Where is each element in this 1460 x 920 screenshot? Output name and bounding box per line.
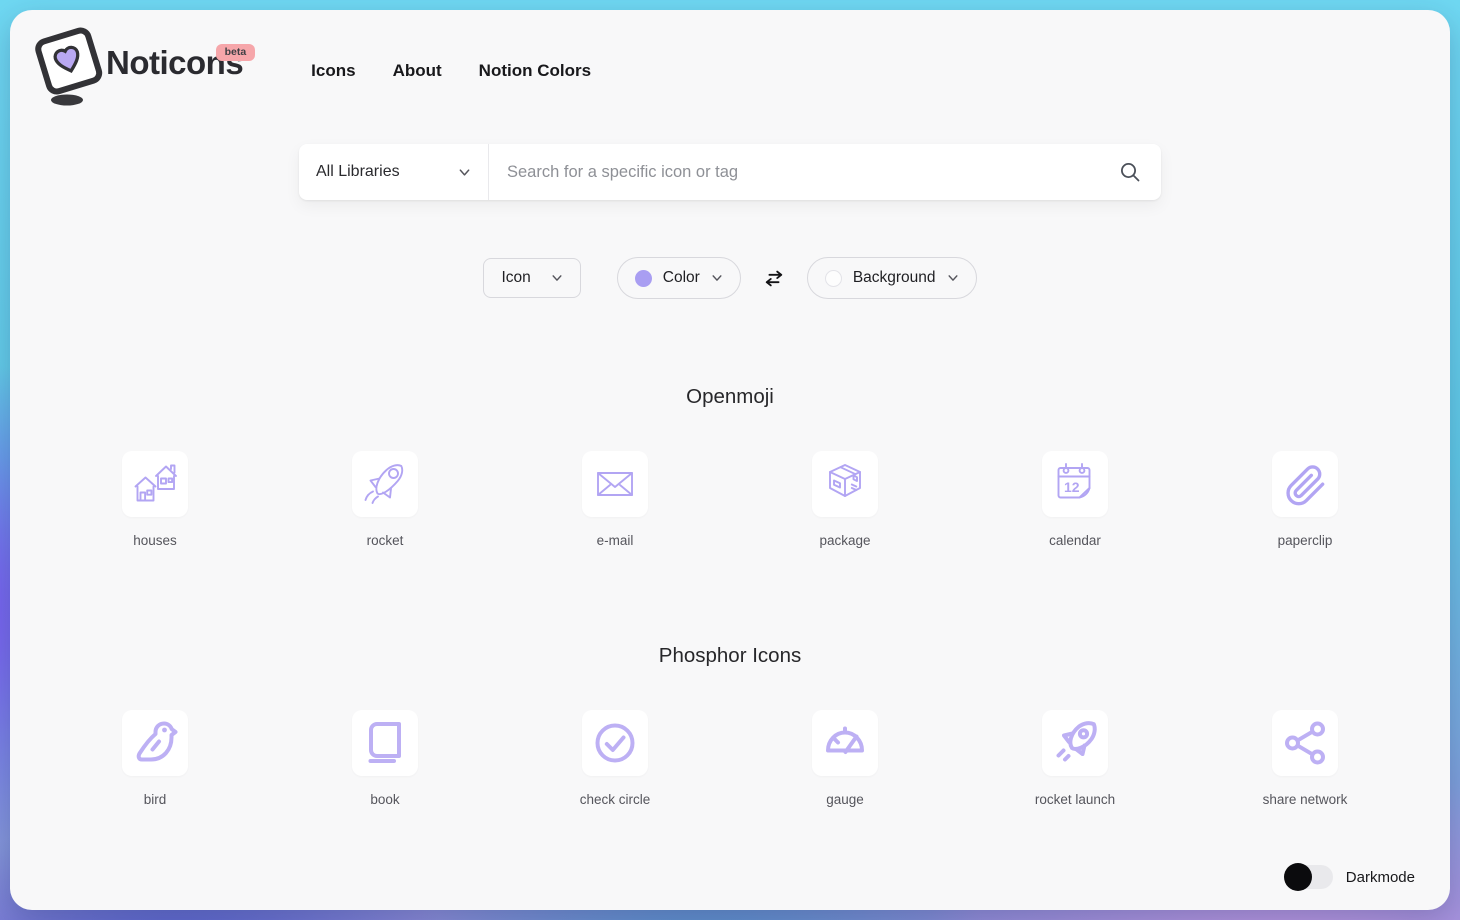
tile [812,710,878,776]
library-select[interactable]: All Libraries [299,144,489,200]
chevron-down-icon [458,166,471,179]
icon-tile-houses[interactable]: houses [122,451,188,548]
houses-icon [131,460,179,508]
icon-tile-book[interactable]: book [352,710,418,807]
bird-icon [131,719,179,767]
color-picker[interactable]: Color [617,257,741,299]
header: Noticons beta Icons About Notion Colors [10,10,1450,108]
footer: Darkmode [1287,865,1415,889]
icon-label: rocket [367,533,404,548]
nav-about[interactable]: About [393,61,442,81]
check-circle-icon [591,719,639,767]
icon-tile-bird[interactable]: bird [122,710,188,807]
tile [582,451,648,517]
darkmode-toggle[interactable] [1287,865,1333,889]
icon-label: package [819,533,870,548]
package-icon [821,460,869,508]
icon-label: bird [144,792,167,807]
email-icon [591,460,639,508]
tile [1042,710,1108,776]
gauge-icon [821,719,869,767]
tile: 12 [1042,451,1108,517]
icon-tile-rocket-launch[interactable]: rocket launch [1035,710,1115,807]
openmoji-grid: houses rocket [10,451,1450,548]
icon-label: paperclip [1278,533,1333,548]
tile [812,451,878,517]
icon-tile-paperclip[interactable]: paperclip [1272,451,1338,548]
search-icon [1119,161,1141,183]
icon-tile-email[interactable]: e-mail [582,451,648,548]
search-button[interactable] [1113,161,1161,183]
darkmode-toggle-knob[interactable] [1284,863,1312,891]
nav-notion-colors[interactable]: Notion Colors [479,61,591,81]
chevron-down-icon [551,272,563,284]
type-select[interactable]: Icon [483,258,580,298]
icon-label: check circle [580,792,651,807]
chevron-down-icon [711,272,723,284]
icon-tile-gauge[interactable]: gauge [812,710,878,807]
library-select-value: All Libraries [316,163,400,181]
phosphor-grid: bird book check circle [10,710,1450,807]
tile [1272,451,1338,517]
icon-label: calendar [1049,533,1101,548]
icon-label: gauge [826,792,864,807]
icon-tile-share-network[interactable]: share network [1263,710,1348,807]
background-swatch [825,270,842,287]
tile [352,710,418,776]
section-title-openmoji: Openmoji [10,385,1450,409]
icon-tile-calendar[interactable]: 12 calendar [1042,451,1108,548]
rocket-launch-icon [1051,719,1099,767]
tile [582,710,648,776]
beta-badge: beta [216,44,256,61]
nav-icons[interactable]: Icons [311,61,355,81]
paperclip-icon [1281,460,1329,508]
icon-label: rocket launch [1035,792,1115,807]
book-icon [361,719,409,767]
color-picker-label: Color [663,269,700,287]
share-network-icon [1281,719,1329,767]
search-input[interactable] [489,144,1113,200]
calendar-number: 12 [1064,479,1080,495]
noticons-logo-icon [34,26,104,108]
icon-tile-rocket[interactable]: rocket [352,451,418,548]
icon-label: share network [1263,792,1348,807]
tile [1272,710,1338,776]
tile [122,451,188,517]
tile [122,710,188,776]
swap-arrows-icon [763,269,785,288]
search-bar: All Libraries [299,144,1161,200]
main-card: Noticons beta Icons About Notion Colors … [10,10,1450,910]
type-select-value: Icon [501,269,530,287]
icon-label: book [370,792,399,807]
chevron-down-icon [947,272,959,284]
filter-row: Icon Color Background [10,257,1450,299]
icon-tile-package[interactable]: package [812,451,878,548]
darkmode-label: Darkmode [1346,869,1415,886]
swap-colors-button[interactable] [763,269,785,288]
color-swatch [635,270,652,287]
calendar-icon: 12 [1051,460,1099,508]
icon-label: e-mail [597,533,634,548]
tile [352,451,418,517]
main-nav: Icons About Notion Colors [311,61,591,81]
background-picker-label: Background [853,269,936,287]
section-title-phosphor: Phosphor Icons [10,644,1450,668]
background-picker[interactable]: Background [807,257,977,299]
logo[interactable]: Noticons beta [34,26,243,108]
rocket-icon [361,460,409,508]
icon-tile-check-circle[interactable]: check circle [580,710,651,807]
icon-label: houses [133,533,177,548]
